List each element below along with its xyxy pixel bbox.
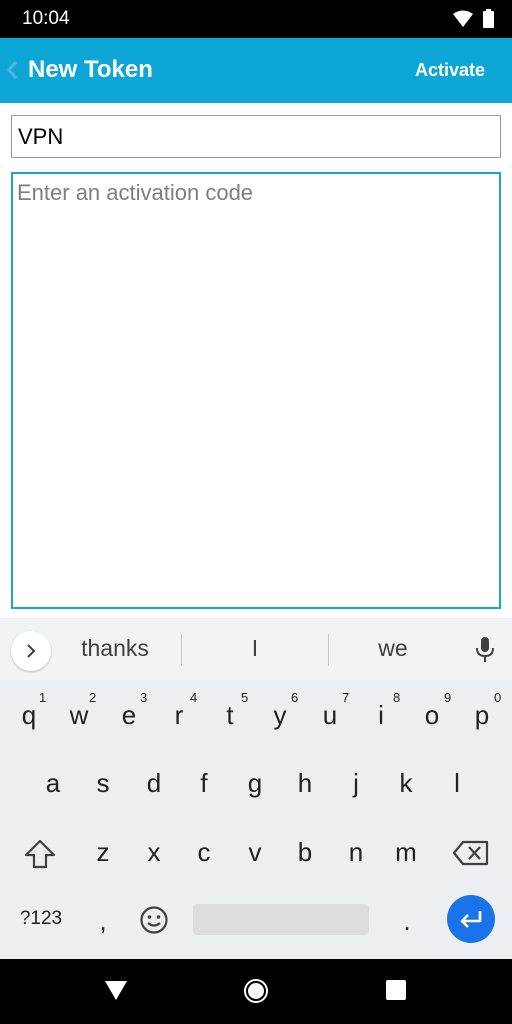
key-hint-0: 0	[494, 690, 502, 705]
key-b[interactable]: b	[283, 825, 327, 879]
comma-key[interactable]: ,	[81, 894, 125, 948]
recents-square-icon[interactable]	[386, 980, 406, 1000]
enter-key[interactable]	[447, 895, 495, 943]
key-d[interactable]: d	[132, 756, 176, 810]
expand-suggestions-button[interactable]	[11, 631, 51, 671]
suggestion-1[interactable]: thanks	[70, 635, 160, 662]
suggestion-divider	[181, 634, 182, 666]
soft-keyboard: thanks I we q w e r t y u i o p 1 2 3 4 …	[0, 618, 512, 959]
symbols-key[interactable]: ?123	[14, 892, 68, 946]
key-j[interactable]: j	[334, 756, 378, 810]
shift-icon[interactable]	[24, 839, 56, 869]
status-icons	[453, 9, 494, 28]
status-bar: 10:04	[0, 0, 512, 38]
suggestion-3[interactable]: we	[363, 635, 423, 662]
key-hint-2: 2	[89, 690, 97, 705]
microphone-icon[interactable]	[474, 636, 496, 664]
key-n[interactable]: n	[334, 825, 378, 879]
key-h[interactable]: h	[283, 756, 327, 810]
key-g[interactable]: g	[233, 756, 277, 810]
app-bar: New Token Activate	[0, 38, 512, 103]
key-l[interactable]: l	[435, 756, 479, 810]
system-nav-bar	[0, 959, 512, 1024]
back-triangle-icon[interactable]	[104, 980, 128, 1002]
activate-button[interactable]: Activate	[415, 60, 485, 81]
key-s[interactable]: s	[81, 756, 125, 810]
key-hint-7: 7	[342, 690, 350, 705]
key-m[interactable]: m	[384, 825, 428, 879]
backspace-icon[interactable]	[453, 840, 489, 866]
key-z[interactable]: z	[81, 825, 125, 879]
wifi-icon	[453, 10, 473, 27]
suggestion-2[interactable]: I	[230, 635, 280, 662]
page-title: New Token	[28, 56, 153, 83]
suggestion-divider	[328, 634, 329, 666]
activation-code-input[interactable]	[11, 172, 501, 609]
key-hint-1: 1	[39, 690, 47, 705]
key-f[interactable]: f	[182, 756, 226, 810]
key-hint-6: 6	[291, 690, 299, 705]
emoji-icon[interactable]	[139, 905, 169, 935]
token-name-field[interactable]: VPN	[11, 115, 501, 158]
key-c[interactable]: c	[182, 825, 226, 879]
home-circle-icon[interactable]	[243, 978, 269, 1004]
key-v[interactable]: v	[233, 825, 277, 879]
status-time: 10:04	[22, 8, 70, 29]
key-k[interactable]: k	[384, 756, 428, 810]
key-a[interactable]: a	[31, 756, 75, 810]
back-chevron-icon[interactable]	[4, 58, 20, 82]
key-hint-5: 5	[241, 690, 249, 705]
key-hint-4: 4	[190, 690, 198, 705]
suggestion-strip: thanks I we	[0, 618, 512, 680]
key-hint-8: 8	[393, 690, 401, 705]
key-x[interactable]: x	[132, 825, 176, 879]
space-key[interactable]	[193, 904, 369, 935]
enter-arrow-icon	[460, 911, 482, 928]
battery-icon	[483, 9, 494, 28]
key-hint-3: 3	[140, 690, 148, 705]
period-key[interactable]: .	[385, 894, 429, 948]
key-hint-9: 9	[444, 690, 452, 705]
chevron-right-icon	[27, 644, 36, 658]
